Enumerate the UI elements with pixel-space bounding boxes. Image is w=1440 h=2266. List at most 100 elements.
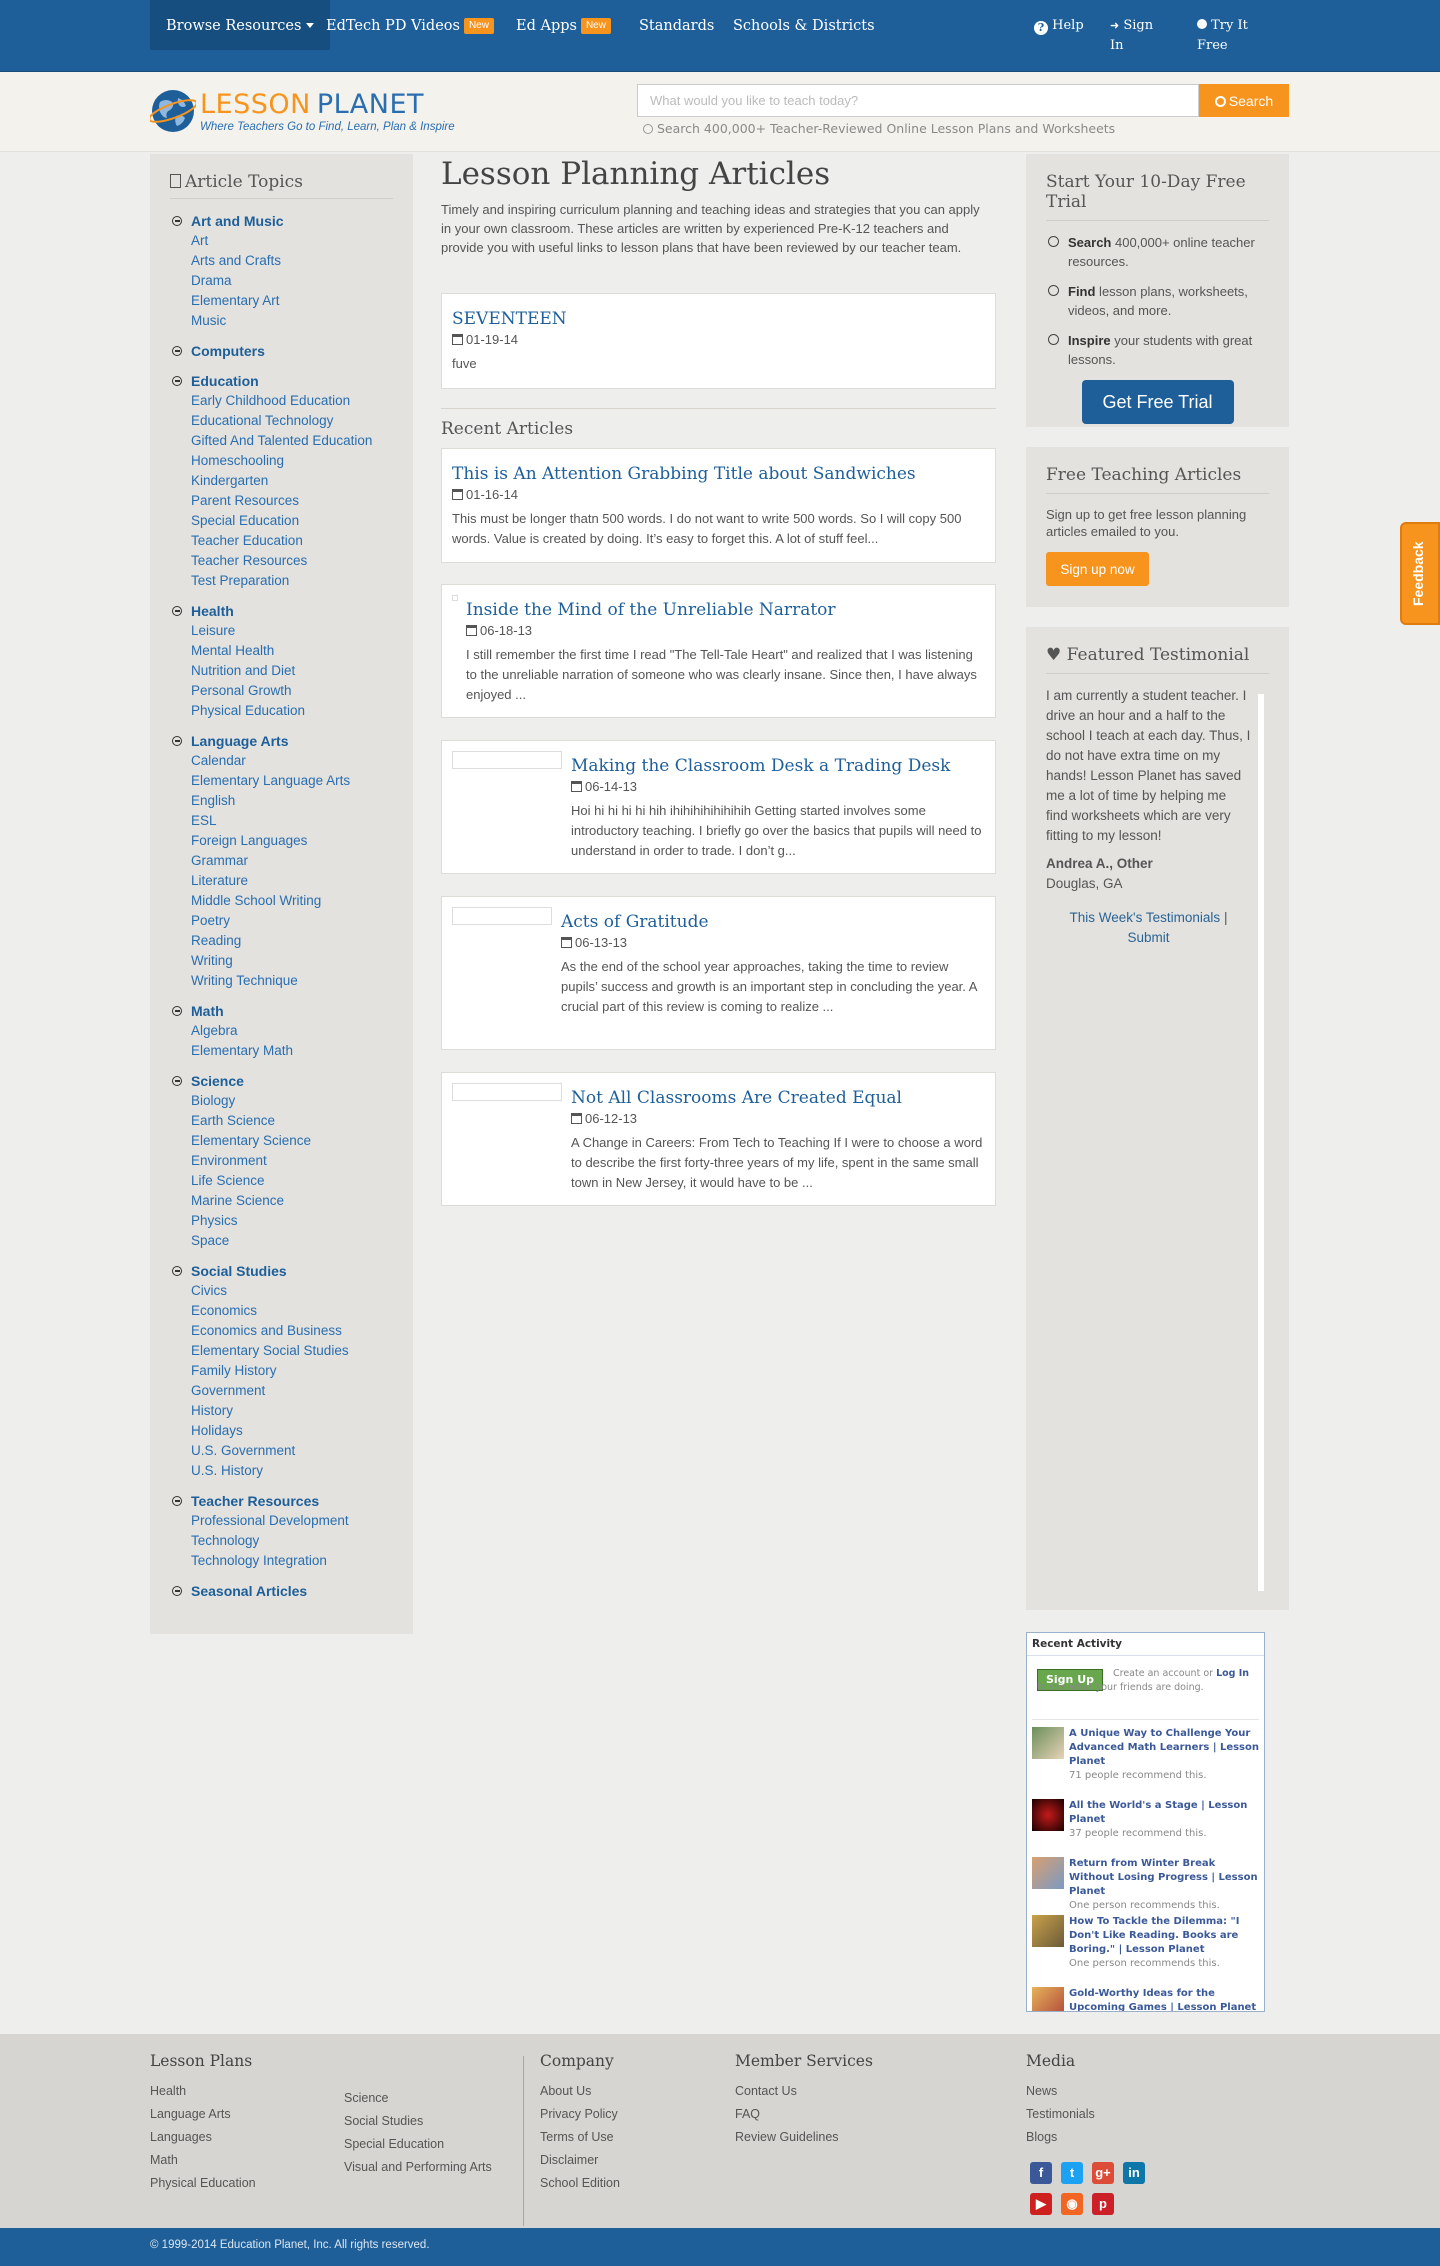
topic-link[interactable]: Teacher Education bbox=[170, 531, 393, 551]
activity-title[interactable]: Gold-Worthy Ideas for the Upcoming Games… bbox=[1069, 1987, 1259, 2011]
topic-link[interactable]: Elementary Science bbox=[170, 1131, 393, 1151]
topic-link[interactable]: Music bbox=[170, 311, 393, 331]
topic-link[interactable]: Writing Technique bbox=[170, 971, 393, 991]
article-title[interactable]: Inside the Mind of the Unreliable Narrat… bbox=[466, 599, 985, 621]
topic-link[interactable]: Educational Technology bbox=[170, 411, 393, 431]
this-weeks-testimonials-link[interactable]: This Week's Testimonials bbox=[1070, 910, 1221, 925]
footer-link[interactable]: Testimonials bbox=[1026, 2103, 1095, 2126]
facebook-icon[interactable]: f bbox=[1030, 2162, 1052, 2184]
topic-link[interactable]: Physical Education bbox=[170, 701, 393, 721]
topic-link[interactable]: Special Education bbox=[170, 511, 393, 531]
topic-link[interactable]: ESL bbox=[170, 811, 393, 831]
testimonial-scrollbar[interactable] bbox=[1258, 694, 1264, 1591]
footer-link[interactable]: Terms of Use bbox=[540, 2126, 620, 2149]
topic-link[interactable]: Writing bbox=[170, 951, 393, 971]
article-title[interactable]: Making the Classroom Desk a Trading Desk bbox=[571, 755, 985, 777]
topic-link[interactable]: Reading bbox=[170, 931, 393, 951]
topic-category-link[interactable]: Math bbox=[170, 1001, 393, 1021]
search-input[interactable] bbox=[637, 84, 1199, 117]
lesson-planet-logo[interactable]: LESSON PLANET Where Teachers Go to Find, … bbox=[150, 88, 500, 138]
topic-link[interactable]: Middle School Writing bbox=[170, 891, 393, 911]
footer-link[interactable]: Review Guidelines bbox=[735, 2126, 873, 2149]
topic-link[interactable]: Elementary Social Studies bbox=[170, 1341, 393, 1361]
ed-apps-link[interactable]: Ed Apps New bbox=[516, 0, 611, 50]
topic-link[interactable]: Kindergarten bbox=[170, 471, 393, 491]
topic-link[interactable]: Personal Growth bbox=[170, 681, 393, 701]
topic-link[interactable]: Government bbox=[170, 1381, 393, 1401]
topic-link[interactable]: Economics bbox=[170, 1301, 393, 1321]
topic-link[interactable]: Homeschooling bbox=[170, 451, 393, 471]
topic-link[interactable]: Leisure bbox=[170, 621, 393, 641]
footer-link[interactable]: Disclaimer bbox=[540, 2149, 620, 2172]
rss-icon[interactable]: ◉ bbox=[1061, 2193, 1083, 2215]
topic-link[interactable]: Technology Integration bbox=[170, 1551, 393, 1571]
topic-category-link[interactable]: Computers bbox=[170, 341, 393, 361]
activity-title[interactable]: A Unique Way to Challenge Your Advanced … bbox=[1069, 1727, 1259, 1769]
topic-link[interactable]: English bbox=[170, 791, 393, 811]
standards-link[interactable]: Standards bbox=[639, 0, 714, 50]
article-card[interactable]: This is An Attention Grabbing Title abou… bbox=[441, 448, 996, 563]
topic-link[interactable]: Parent Resources bbox=[170, 491, 393, 511]
feedback-tab[interactable]: Feedback bbox=[1400, 522, 1440, 625]
topic-category-link[interactable]: Education bbox=[170, 371, 393, 391]
youtube-icon[interactable]: ▶ bbox=[1030, 2193, 1052, 2215]
footer-link[interactable]: Math bbox=[150, 2149, 256, 2172]
topic-link[interactable]: Mental Health bbox=[170, 641, 393, 661]
submit-testimonial-link[interactable]: Submit bbox=[1127, 930, 1169, 945]
topic-link[interactable]: Poetry bbox=[170, 911, 393, 931]
help-link[interactable]: ? Help bbox=[1034, 16, 1084, 36]
topic-link[interactable]: Elementary Math bbox=[170, 1041, 393, 1061]
topic-link[interactable]: Economics and Business bbox=[170, 1321, 393, 1341]
footer-link[interactable]: Visual and Performing Arts bbox=[344, 2156, 492, 2179]
footer-link[interactable]: Privacy Policy bbox=[540, 2103, 620, 2126]
topic-link[interactable]: Foreign Languages bbox=[170, 831, 393, 851]
topic-category-link[interactable]: Seasonal Articles bbox=[170, 1581, 393, 1601]
topic-link[interactable]: Civics bbox=[170, 1281, 393, 1301]
topic-link[interactable]: Professional Development bbox=[170, 1511, 393, 1531]
topic-link[interactable]: Marine Science bbox=[170, 1191, 393, 1211]
topic-link[interactable]: Literature bbox=[170, 871, 393, 891]
pinterest-icon[interactable]: p bbox=[1092, 2193, 1114, 2215]
topic-link[interactable]: Technology bbox=[170, 1531, 393, 1551]
browse-resources-menu[interactable]: Browse Resources bbox=[150, 0, 331, 50]
search-button[interactable]: Search bbox=[1199, 84, 1289, 117]
article-title[interactable]: Not All Classrooms Are Created Equal bbox=[571, 1087, 985, 1109]
topic-link[interactable]: Space bbox=[170, 1231, 393, 1251]
footer-link[interactable]: Special Education bbox=[344, 2133, 492, 2156]
topic-link[interactable]: Environment bbox=[170, 1151, 393, 1171]
article-title[interactable]: SEVENTEEN bbox=[452, 308, 985, 330]
activity-title[interactable]: All the World's a Stage | Lesson Planet bbox=[1069, 1799, 1259, 1827]
try-free-link[interactable]: Try It Free bbox=[1197, 16, 1261, 56]
topic-category-link[interactable]: Social Studies bbox=[170, 1261, 393, 1281]
topic-link[interactable]: Elementary Art bbox=[170, 291, 393, 311]
topic-link[interactable]: Drama bbox=[170, 271, 393, 291]
footer-link[interactable]: About Us bbox=[540, 2080, 620, 2103]
edtech-videos-link[interactable]: EdTech PD Videos New bbox=[326, 0, 494, 50]
sign-up-now-button[interactable]: Sign up now bbox=[1046, 552, 1149, 586]
sign-in-link[interactable]: ➜ Sign In bbox=[1110, 16, 1170, 56]
activity-title[interactable]: How To Tackle the Dilemma: "I Don't Like… bbox=[1069, 1915, 1259, 1957]
topic-link[interactable]: Algebra bbox=[170, 1021, 393, 1041]
topic-category-link[interactable]: Art and Music bbox=[170, 211, 393, 231]
article-card[interactable]: Inside the Mind of the Unreliable Narrat… bbox=[441, 584, 996, 718]
article-card[interactable]: Not All Classrooms Are Created Equal 06-… bbox=[441, 1072, 996, 1206]
topic-link[interactable]: U.S. Government bbox=[170, 1441, 393, 1461]
twitter-icon[interactable]: t bbox=[1061, 2162, 1083, 2184]
featured-article[interactable]: SEVENTEEN 01-19-14 fuve bbox=[441, 293, 996, 389]
topic-link[interactable]: Life Science bbox=[170, 1171, 393, 1191]
topic-link[interactable]: Nutrition and Diet bbox=[170, 661, 393, 681]
topic-category-link[interactable]: Language Arts bbox=[170, 731, 393, 751]
topic-link[interactable]: Elementary Language Arts bbox=[170, 771, 393, 791]
topic-link[interactable]: Test Preparation bbox=[170, 571, 393, 591]
topic-link[interactable]: Calendar bbox=[170, 751, 393, 771]
topic-link[interactable]: Physics bbox=[170, 1211, 393, 1231]
article-title[interactable]: Acts of Gratitude bbox=[561, 911, 985, 933]
footer-link[interactable]: Social Studies bbox=[344, 2110, 492, 2133]
topic-category-link[interactable]: Teacher Resources bbox=[170, 1491, 393, 1511]
topic-category-link[interactable]: Science bbox=[170, 1071, 393, 1091]
fb-log-in-link[interactable]: Log In bbox=[1216, 1668, 1249, 1679]
footer-link[interactable]: Health bbox=[150, 2080, 256, 2103]
footer-link[interactable]: Science bbox=[344, 2087, 492, 2110]
footer-link[interactable]: Language Arts bbox=[150, 2103, 256, 2126]
google-plus-icon[interactable]: g+ bbox=[1092, 2162, 1114, 2184]
